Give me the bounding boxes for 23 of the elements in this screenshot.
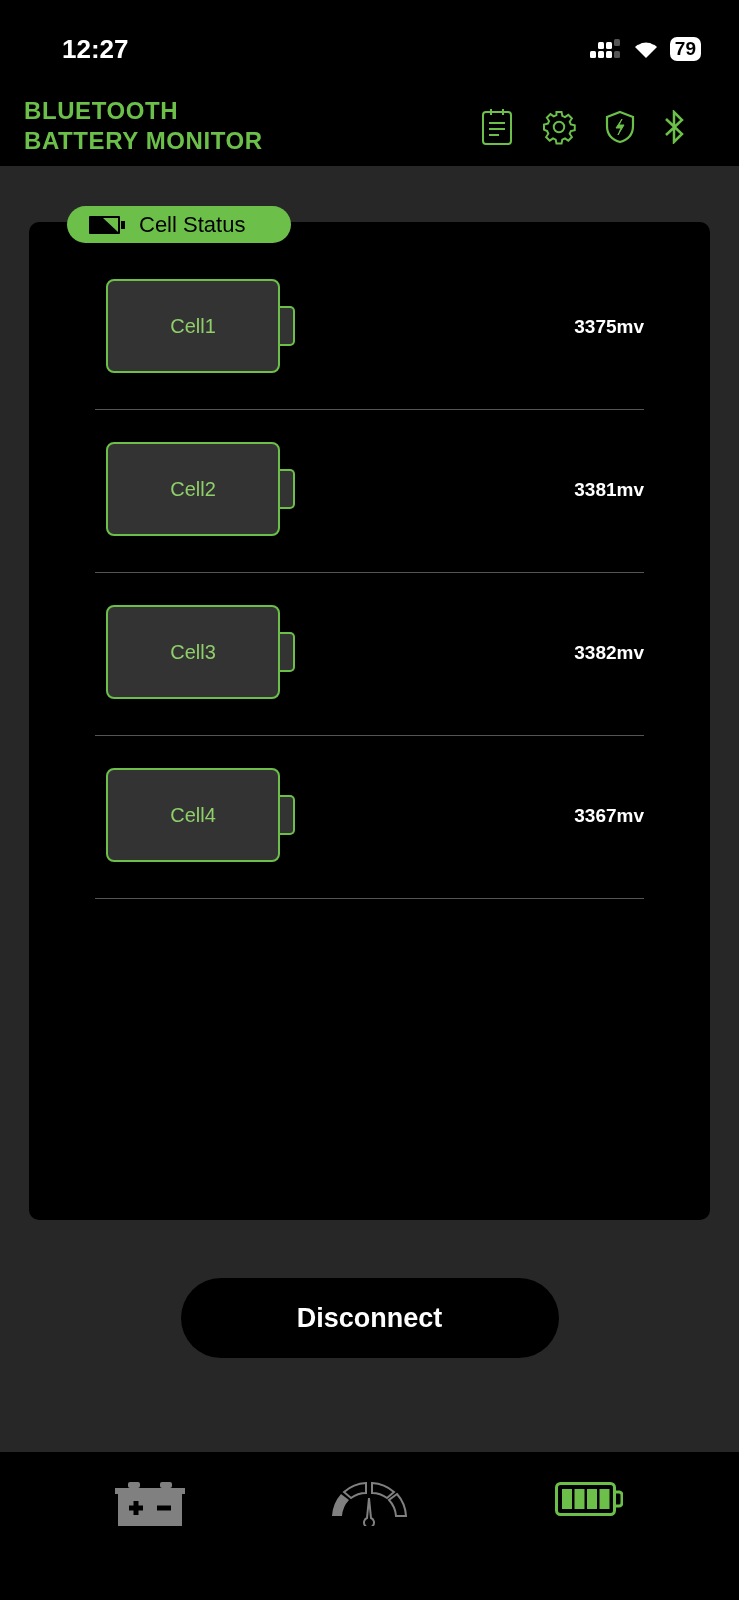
settings-icon[interactable] bbox=[541, 109, 577, 145]
cell-voltage: 3381mv bbox=[574, 478, 644, 502]
app-title: BATTERY MONITOR bbox=[24, 126, 263, 156]
cell-name: Cell4 bbox=[170, 803, 216, 828]
cell-voltage: 3375mv bbox=[574, 315, 644, 339]
signal-icon bbox=[589, 39, 622, 59]
cell-name: Cell3 bbox=[170, 640, 216, 665]
status-time: 12:27 bbox=[62, 32, 129, 66]
cell-voltage: 3382mv bbox=[574, 641, 644, 665]
bluetooth-icon[interactable] bbox=[663, 110, 685, 144]
battery-icon[interactable] bbox=[555, 1482, 624, 1516]
section-title: Cell Status bbox=[139, 211, 246, 239]
cell-name: Cell1 bbox=[170, 314, 216, 339]
app-title: BLUETOOTH bbox=[24, 96, 180, 126]
clipboard-icon[interactable] bbox=[481, 108, 513, 146]
battery-percent: 79 bbox=[669, 37, 701, 61]
gauge-icon[interactable] bbox=[329, 1482, 410, 1526]
car-battery-icon[interactable] bbox=[114, 1482, 185, 1526]
disconnect-button[interactable]: Disconnect bbox=[180, 1278, 559, 1358]
cell-voltage: 3367mv bbox=[574, 804, 644, 828]
shield-icon[interactable] bbox=[605, 110, 635, 144]
battery-icon bbox=[89, 215, 125, 234]
cell-name: Cell2 bbox=[170, 477, 216, 502]
